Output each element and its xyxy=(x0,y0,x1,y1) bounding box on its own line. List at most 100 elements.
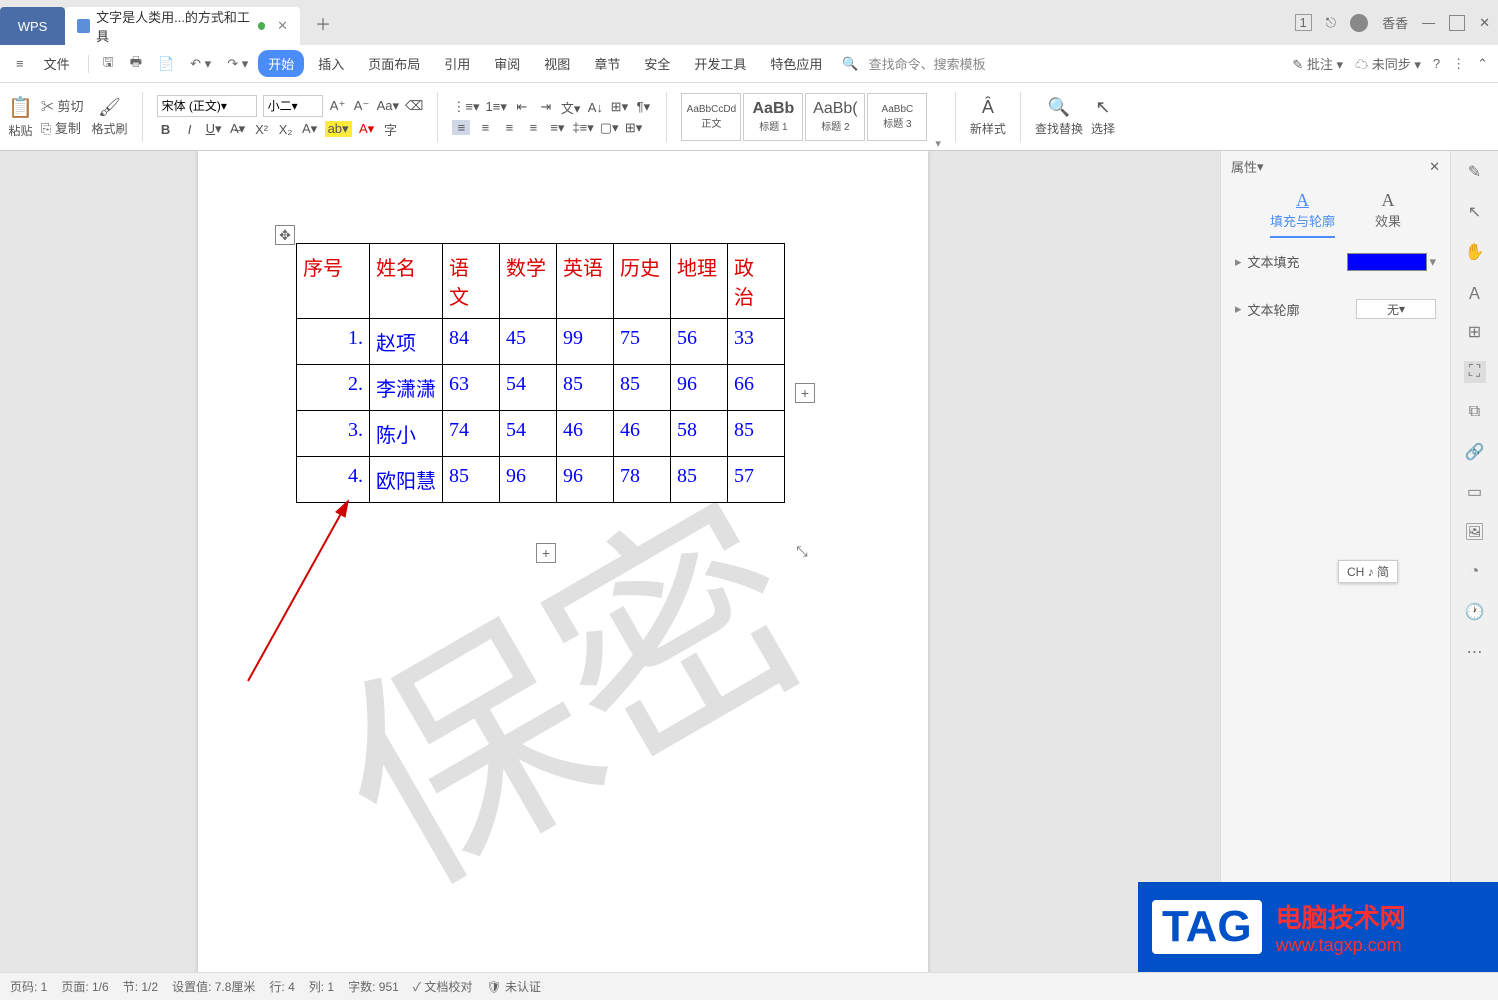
tab-security[interactable]: 安全 xyxy=(634,50,680,77)
text-direction-icon[interactable]: 文▾ xyxy=(561,98,581,117)
char-shading-icon[interactable]: 字 xyxy=(382,120,400,139)
sync-button[interactable]: ☁ 未同步 ▾ xyxy=(1355,54,1421,73)
tab-view[interactable]: 视图 xyxy=(534,50,580,77)
status-auth[interactable]: 🛡 未认证 xyxy=(486,978,541,995)
more-icon[interactable]: ⋮ xyxy=(1452,56,1465,72)
status-section[interactable]: 节: 1/2 xyxy=(123,978,158,995)
numbering-icon[interactable]: 1≡▾ xyxy=(486,99,507,115)
menu-icon[interactable]: ≡ xyxy=(10,53,30,74)
tab-insert[interactable]: 插入 xyxy=(308,50,354,77)
snap-icon[interactable]: ⊞▾ xyxy=(610,99,628,115)
avatar-icon[interactable] xyxy=(1350,14,1368,32)
panel-tab-fill[interactable]: A填充与轮廓 xyxy=(1270,190,1335,238)
highlight-icon[interactable]: ab▾ xyxy=(325,121,352,137)
status-words[interactable]: 字数: 951 xyxy=(348,978,399,995)
fill-color-swatch[interactable] xyxy=(1347,253,1427,271)
table-resize-handle[interactable]: ⤡ xyxy=(792,541,812,561)
copy-button[interactable]: ⎘ 复制 xyxy=(41,118,81,137)
distribute-icon[interactable]: ≡▾ xyxy=(548,120,566,136)
tab-dev[interactable]: 开发工具 xyxy=(684,50,756,77)
preview-icon[interactable]: 📄 xyxy=(152,53,180,75)
change-case-icon[interactable]: Aa▾ xyxy=(377,98,399,114)
maximize-icon[interactable] xyxy=(1449,15,1465,31)
undo-icon[interactable]: ↶ ▾ xyxy=(184,53,217,75)
bold-icon[interactable]: B xyxy=(157,122,175,137)
doc-tool-icon[interactable]: ▭ xyxy=(1464,481,1486,503)
pencil-tool-icon[interactable]: ✎ xyxy=(1464,161,1486,183)
add-col-handle[interactable]: + xyxy=(795,383,815,403)
style-h2[interactable]: AaBb(标题 2 xyxy=(805,93,865,141)
strike-icon[interactable]: A̶▾ xyxy=(229,121,247,137)
gift-icon[interactable]: ⎋ xyxy=(1326,15,1336,31)
paste-group[interactable]: 📋粘贴 xyxy=(8,95,33,139)
image-tool-icon[interactable]: 🖼 xyxy=(1464,521,1486,543)
shrink-font-icon[interactable]: A⁻ xyxy=(353,98,371,114)
tab-layout[interactable]: 页面布局 xyxy=(358,50,430,77)
format-brush[interactable]: 🖌格式刷 xyxy=(92,97,128,137)
status-line[interactable]: 行: 4 xyxy=(269,978,294,995)
superscript-icon[interactable]: X² xyxy=(253,122,271,137)
line-spacing-icon[interactable]: ‡≡▾ xyxy=(572,120,593,136)
grow-font-icon[interactable]: A⁺ xyxy=(329,98,347,114)
data-table[interactable]: 序号 姓名 语文 数学 英语 历史 地理 政治 1.赵项844599755633… xyxy=(296,243,785,503)
outline-select[interactable]: 无 ▾ xyxy=(1356,299,1436,319)
comment-button[interactable]: ✎ 批注 ▾ xyxy=(1292,54,1343,73)
tab-review[interactable]: 审阅 xyxy=(484,50,530,77)
select-button[interactable]: ↖选择 xyxy=(1091,97,1115,137)
pointer-tool-icon[interactable]: ↖ xyxy=(1464,201,1486,223)
close-tab-icon[interactable]: ✕ xyxy=(277,18,288,34)
add-row-handle[interactable]: + xyxy=(536,543,556,563)
status-proof[interactable]: ✓ 文档校对 xyxy=(413,978,473,995)
bullets-icon[interactable]: ⋮≡▾ xyxy=(452,99,479,115)
wps-home-tab[interactable]: WPS xyxy=(0,7,65,45)
status-page[interactable]: 页码: 1 xyxy=(10,978,47,995)
search-icon[interactable]: 🔍 xyxy=(836,53,864,75)
redo-icon[interactable]: ↷ ▾ xyxy=(221,53,254,75)
file-menu[interactable]: 文件 xyxy=(34,50,80,77)
layers-tool-icon[interactable]: ⧉ xyxy=(1464,401,1486,423)
borders-icon[interactable]: ⊞▾ xyxy=(625,120,643,136)
hand-tool-icon[interactable]: ✋ xyxy=(1464,241,1486,263)
text-effect-icon[interactable]: A▾ xyxy=(301,121,319,137)
more-tool-icon[interactable]: ⋯ xyxy=(1464,641,1486,663)
clear-format-icon[interactable]: ⌫ xyxy=(405,98,423,114)
find-replace-button[interactable]: 🔍查找替换 xyxy=(1035,97,1083,137)
align-right-icon[interactable]: ≡ xyxy=(500,120,518,135)
new-style-button[interactable]: Ȃ新样式 xyxy=(970,97,1006,137)
print-icon[interactable]: 🖶 xyxy=(124,50,148,78)
align-center-icon[interactable]: ≡ xyxy=(476,120,494,135)
align-justify-icon[interactable]: ≡ xyxy=(524,120,542,135)
add-tab-button[interactable]: ＋ xyxy=(308,8,338,38)
grid-tool-icon[interactable]: ⊞ xyxy=(1464,321,1486,343)
style-normal[interactable]: AaBbCcDd正文 xyxy=(681,93,741,141)
shading-icon[interactable]: ▢▾ xyxy=(600,120,619,136)
document-tab[interactable]: 文字是人类用...的方式和工具 ✕ xyxy=(65,7,300,45)
tab-section[interactable]: 章节 xyxy=(584,50,630,77)
size-select[interactable]: 小二 ▾ xyxy=(263,95,323,117)
help-icon[interactable]: ? xyxy=(1433,56,1440,71)
collapse-ribbon-icon[interactable]: ⌃ xyxy=(1477,56,1488,72)
cut-button[interactable]: ✂ 剪切 xyxy=(41,96,84,115)
shape-tool-icon[interactable]: ◔ xyxy=(1464,561,1486,583)
badge-icon[interactable]: 1 xyxy=(1295,14,1312,31)
panel-tab-effect[interactable]: A效果 xyxy=(1375,190,1401,238)
dec-indent-icon[interactable]: ⇤ xyxy=(513,99,531,115)
inc-indent-icon[interactable]: ⇥ xyxy=(537,99,555,115)
settings-tool-icon[interactable]: ⛶ xyxy=(1464,361,1486,383)
status-setval[interactable]: 设置值: 7.8厘米 xyxy=(172,978,255,995)
showhide-icon[interactable]: ¶▾ xyxy=(634,99,652,115)
close-window-icon[interactable]: ✕ xyxy=(1479,15,1490,31)
tab-reference[interactable]: 引用 xyxy=(434,50,480,77)
text-outline-row[interactable]: ▸文本轮廓无 ▾ xyxy=(1221,285,1450,333)
style-h1[interactable]: AaBb标题 1 xyxy=(743,93,803,141)
text-tool-icon[interactable]: Ａ xyxy=(1464,281,1486,303)
sort-icon[interactable]: A↓ xyxy=(586,100,604,115)
clock-tool-icon[interactable]: 🕐 xyxy=(1464,601,1486,623)
tab-home[interactable]: 开始 xyxy=(258,50,304,77)
search-hint[interactable]: 查找命令、搜索模板 xyxy=(869,54,986,73)
style-h3[interactable]: AaBbC标题 3 xyxy=(867,93,927,141)
font-color-icon[interactable]: A▾ xyxy=(358,121,376,137)
close-panel-icon[interactable]: ✕ xyxy=(1429,159,1440,175)
font-select[interactable]: 宋体 (正文) ▾ xyxy=(157,95,257,117)
text-fill-row[interactable]: ▸文本填充▾ xyxy=(1221,238,1450,285)
